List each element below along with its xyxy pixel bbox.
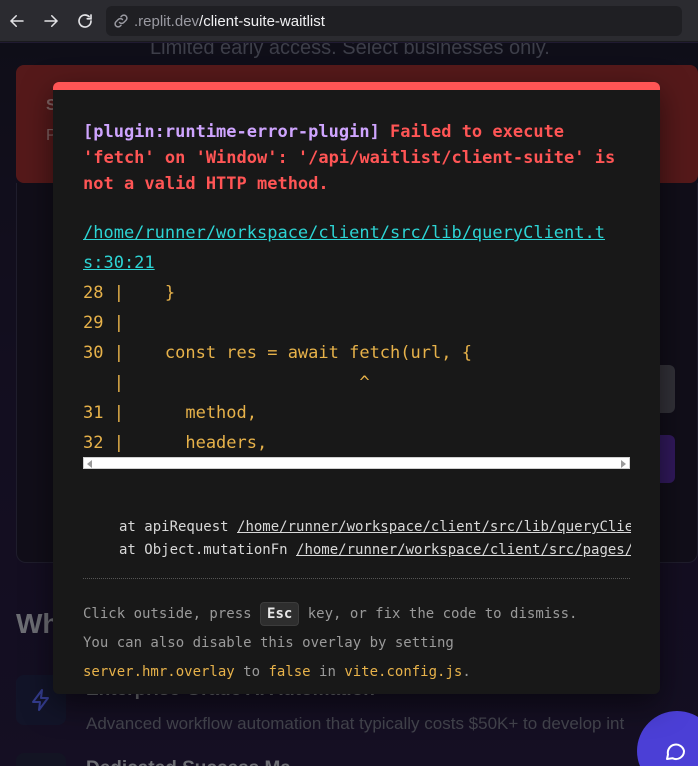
stack-frame-link[interactable]: /home/runner/workspace/client/src/pages/…: [296, 542, 631, 558]
code-line: 31 | method,: [83, 403, 257, 423]
reload-button[interactable]: [68, 0, 102, 42]
url-domain: .replit.dev: [134, 12, 200, 30]
browser-toolbar: .replit.dev/client-suite-waitlist: [0, 0, 698, 42]
chat-icon: [666, 743, 685, 760]
error-file-link[interactable]: /home/runner/workspace/client/src/lib/qu…: [83, 218, 618, 278]
code-frame: 28 | } 29 | 30 | const res = await fetch…: [83, 278, 631, 458]
site-info-icon[interactable]: [112, 12, 130, 30]
horizontal-scrollbar[interactable]: [83, 457, 630, 469]
code-line: 28 | }: [83, 283, 176, 303]
error-plugin-name: [plugin:runtime-error-plugin]: [83, 122, 380, 142]
url-path: /client-suite-waitlist: [199, 12, 325, 30]
address-bar[interactable]: .replit.dev/client-suite-waitlist: [106, 6, 682, 36]
scroll-left-icon[interactable]: [87, 460, 92, 468]
stack-frame-link[interactable]: /home/runner/workspace/client/src/lib/qu…: [237, 519, 631, 535]
code-line: | ^: [83, 373, 370, 393]
config-file-name: vite.config.js: [344, 664, 463, 680]
code-line: 29 |: [83, 313, 124, 333]
back-button[interactable]: [0, 0, 34, 42]
scroll-right-icon[interactable]: [621, 460, 626, 468]
arrow-right-icon: [44, 14, 59, 27]
esc-key-badge: Esc: [260, 602, 300, 626]
error-message: [plugin:runtime-error-plugin] Failed to …: [83, 119, 643, 197]
stack-frame: at apiRequest /home/runner/workspace/cli…: [119, 516, 631, 539]
divider: [83, 578, 630, 579]
stack-trace: at apiRequest /home/runner/workspace/cli…: [119, 516, 631, 562]
setting-value: false: [268, 664, 311, 680]
code-line: 30 | const res = await fetch(url, {: [83, 343, 472, 363]
setting-name: server.hmr.overlay: [83, 664, 235, 680]
dismiss-tip: Click outside, press Esc key, or fix the…: [83, 600, 643, 687]
forward-button[interactable]: [34, 0, 68, 42]
stack-frame: at Object.mutationFn /home/runner/worksp…: [119, 539, 631, 562]
arrow-left-icon: [9, 14, 24, 27]
code-line: 32 | headers,: [83, 433, 268, 453]
reload-icon: [78, 13, 92, 28]
runtime-error-overlay: [plugin:runtime-error-plugin] Failed to …: [53, 82, 660, 694]
